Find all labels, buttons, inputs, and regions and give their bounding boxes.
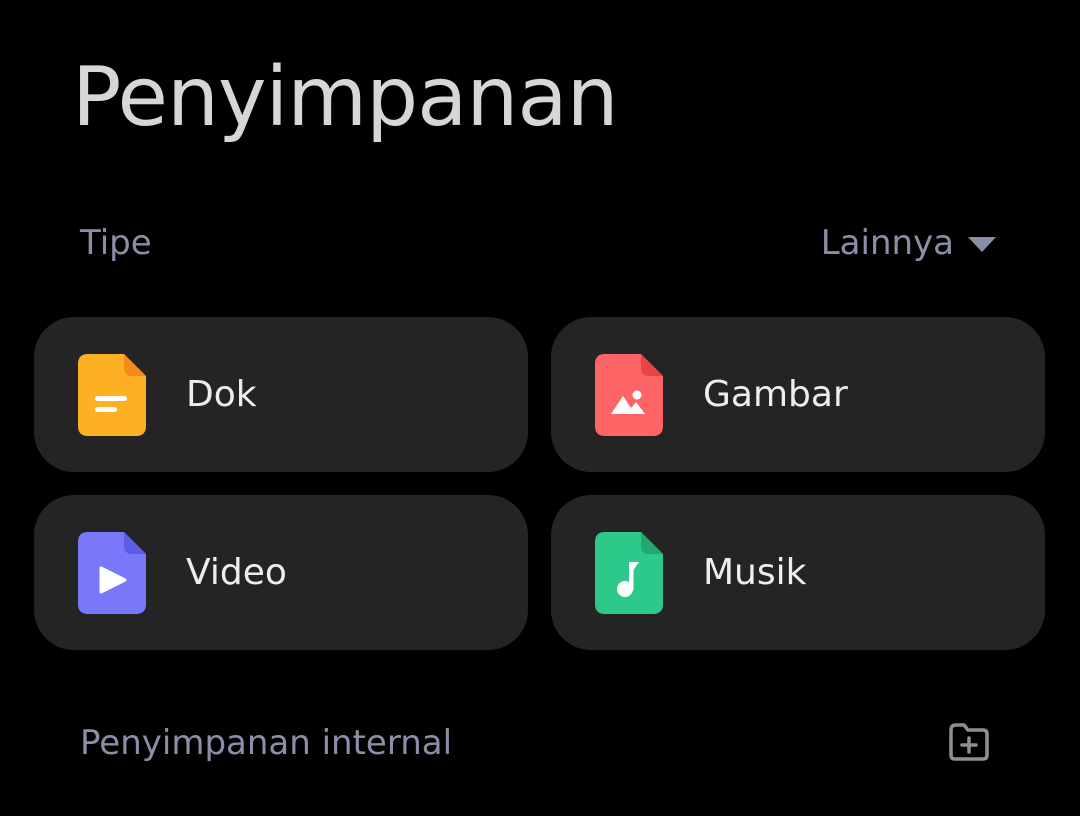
- video-file-icon: [78, 531, 146, 614]
- category-card-documents[interactable]: Dok: [34, 317, 528, 472]
- storage-screen: Penyimpanan Tipe Lainnya Dok Gambar Vide…: [0, 0, 1080, 816]
- category-label: Gambar: [703, 373, 848, 415]
- more-dropdown-label: Lainnya: [820, 223, 954, 263]
- more-dropdown[interactable]: Lainnya: [821, 221, 996, 265]
- music-file-icon: [595, 531, 663, 614]
- type-section-label: Tipe: [80, 223, 152, 263]
- image-file-icon: [595, 353, 663, 436]
- category-label: Video: [186, 551, 287, 593]
- category-label: Dok: [186, 373, 257, 415]
- category-card-images[interactable]: Gambar: [551, 317, 1045, 472]
- new-folder-icon[interactable]: [948, 722, 990, 762]
- internal-storage-label: Penyimpanan internal: [80, 723, 453, 763]
- page-title: Penyimpanan: [72, 50, 619, 145]
- category-card-videos[interactable]: Video: [34, 495, 528, 650]
- caret-down-icon: [968, 236, 996, 252]
- category-card-music[interactable]: Musik: [551, 495, 1045, 650]
- category-label: Musik: [703, 551, 807, 593]
- document-file-icon: [78, 353, 146, 436]
